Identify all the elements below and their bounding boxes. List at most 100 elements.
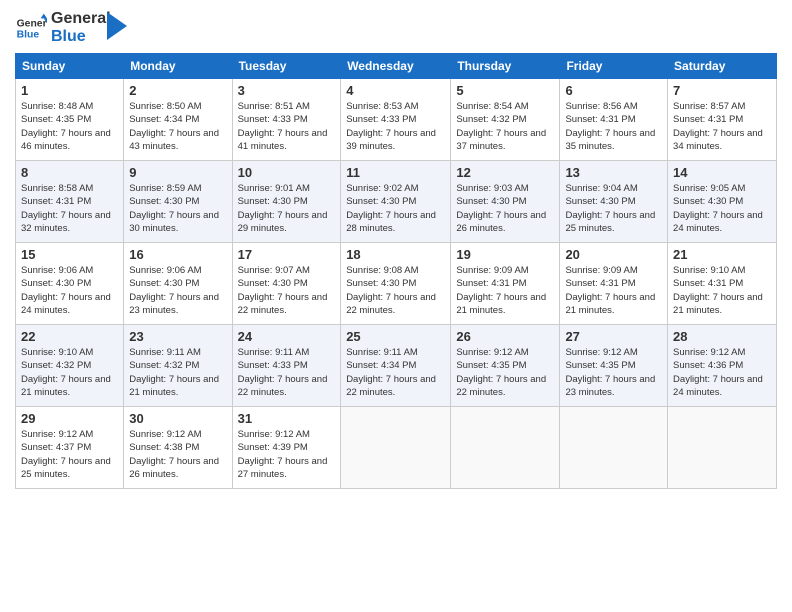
day-number: 15 bbox=[21, 247, 118, 262]
calendar-day: 26 Sunrise: 9:12 AMSunset: 4:35 PMDayligh… bbox=[451, 325, 560, 407]
weekday-header-sunday: Sunday bbox=[16, 54, 124, 79]
day-number: 1 bbox=[21, 83, 118, 98]
calendar-table: SundayMondayTuesdayWednesdayThursdayFrid… bbox=[15, 53, 777, 489]
day-info: Sunrise: 9:04 AMSunset: 4:30 PMDaylight:… bbox=[565, 182, 662, 235]
calendar-day: 28 Sunrise: 9:12 AMSunset: 4:36 PMDayligh… bbox=[668, 325, 777, 407]
calendar-body: 1 Sunrise: 8:48 AMSunset: 4:35 PMDaylight… bbox=[16, 79, 777, 489]
day-info: Sunrise: 8:48 AMSunset: 4:35 PMDaylight:… bbox=[21, 100, 118, 153]
day-info: Sunrise: 9:07 AMSunset: 4:30 PMDaylight:… bbox=[238, 264, 336, 317]
day-info: Sunrise: 9:10 AMSunset: 4:31 PMDaylight:… bbox=[673, 264, 771, 317]
calendar-day: 8 Sunrise: 8:58 AMSunset: 4:31 PMDaylight… bbox=[16, 161, 124, 243]
calendar-day: 11 Sunrise: 9:02 AMSunset: 4:30 PMDayligh… bbox=[341, 161, 451, 243]
day-info: Sunrise: 9:11 AMSunset: 4:33 PMDaylight:… bbox=[238, 346, 336, 399]
day-info: Sunrise: 9:11 AMSunset: 4:34 PMDaylight:… bbox=[346, 346, 445, 399]
calendar-day: 24 Sunrise: 9:11 AMSunset: 4:33 PMDayligh… bbox=[232, 325, 341, 407]
day-number: 20 bbox=[565, 247, 662, 262]
day-info: Sunrise: 9:09 AMSunset: 4:31 PMDaylight:… bbox=[456, 264, 554, 317]
day-number: 24 bbox=[238, 329, 336, 344]
day-number: 4 bbox=[346, 83, 445, 98]
svg-text:General: General bbox=[17, 18, 47, 29]
day-number: 23 bbox=[129, 329, 226, 344]
day-info: Sunrise: 9:12 AMSunset: 4:37 PMDaylight:… bbox=[21, 428, 118, 481]
day-number: 31 bbox=[238, 411, 336, 426]
day-info: Sunrise: 9:02 AMSunset: 4:30 PMDaylight:… bbox=[346, 182, 445, 235]
day-number: 10 bbox=[238, 165, 336, 180]
logo-blue: Blue bbox=[51, 28, 111, 46]
day-info: Sunrise: 8:58 AMSunset: 4:31 PMDaylight:… bbox=[21, 182, 118, 235]
calendar-day: 31 Sunrise: 9:12 AMSunset: 4:39 PMDayligh… bbox=[232, 407, 341, 489]
calendar-day bbox=[560, 407, 668, 489]
page-container: General Blue General Blue SundayMondayTu… bbox=[0, 0, 792, 499]
logo-general: General bbox=[51, 10, 111, 28]
calendar-day: 17Sunrise: 9:07 AMSunset: 4:30 PMDayligh… bbox=[232, 243, 341, 325]
calendar-day: 13 Sunrise: 9:04 AMSunset: 4:30 PMDayligh… bbox=[560, 161, 668, 243]
day-info: Sunrise: 8:56 AMSunset: 4:31 PMDaylight:… bbox=[565, 100, 662, 153]
svg-text:Blue: Blue bbox=[17, 29, 40, 40]
day-info: Sunrise: 9:12 AMSunset: 4:36 PMDaylight:… bbox=[673, 346, 771, 399]
day-number: 25 bbox=[346, 329, 445, 344]
day-info: Sunrise: 9:12 AMSunset: 4:35 PMDaylight:… bbox=[565, 346, 662, 399]
day-info: Sunrise: 9:06 AMSunset: 4:30 PMDaylight:… bbox=[129, 264, 226, 317]
weekday-header-monday: Monday bbox=[124, 54, 232, 79]
calendar-day: 12 Sunrise: 9:03 AMSunset: 4:30 PMDayligh… bbox=[451, 161, 560, 243]
calendar-day: 6 Sunrise: 8:56 AMSunset: 4:31 PMDaylight… bbox=[560, 79, 668, 161]
day-number: 22 bbox=[21, 329, 118, 344]
logo: General Blue General Blue bbox=[15, 10, 127, 45]
day-info: Sunrise: 8:57 AMSunset: 4:31 PMDaylight:… bbox=[673, 100, 771, 153]
day-number: 19 bbox=[456, 247, 554, 262]
day-info: Sunrise: 9:12 AMSunset: 4:39 PMDaylight:… bbox=[238, 428, 336, 481]
day-number: 6 bbox=[565, 83, 662, 98]
day-number: 26 bbox=[456, 329, 554, 344]
logo-icon: General Blue bbox=[15, 12, 47, 44]
page-header: General Blue General Blue bbox=[15, 10, 777, 45]
day-number: 12 bbox=[456, 165, 554, 180]
day-number: 30 bbox=[129, 411, 226, 426]
calendar-day bbox=[668, 407, 777, 489]
day-number: 21 bbox=[673, 247, 771, 262]
day-number: 3 bbox=[238, 83, 336, 98]
day-info: Sunrise: 8:53 AMSunset: 4:33 PMDaylight:… bbox=[346, 100, 445, 153]
calendar-week-1: 1 Sunrise: 8:48 AMSunset: 4:35 PMDaylight… bbox=[16, 79, 777, 161]
calendar-day: 21 Sunrise: 9:10 AMSunset: 4:31 PMDayligh… bbox=[668, 243, 777, 325]
calendar-day: 25 Sunrise: 9:11 AMSunset: 4:34 PMDayligh… bbox=[341, 325, 451, 407]
calendar-day bbox=[451, 407, 560, 489]
calendar-day: 30 Sunrise: 9:12 AMSunset: 4:38 PMDayligh… bbox=[124, 407, 232, 489]
weekday-header-friday: Friday bbox=[560, 54, 668, 79]
day-number: 5 bbox=[456, 83, 554, 98]
day-info: Sunrise: 9:12 AMSunset: 4:35 PMDaylight:… bbox=[456, 346, 554, 399]
calendar-header-row: SundayMondayTuesdayWednesdayThursdayFrid… bbox=[16, 54, 777, 79]
calendar-day: 18 Sunrise: 9:08 AMSunset: 4:30 PMDayligh… bbox=[341, 243, 451, 325]
day-number: 27 bbox=[565, 329, 662, 344]
day-info: Sunrise: 9:05 AMSunset: 4:30 PMDaylight:… bbox=[673, 182, 771, 235]
day-number: 2 bbox=[129, 83, 226, 98]
calendar-day: 27 Sunrise: 9:12 AMSunset: 4:35 PMDayligh… bbox=[560, 325, 668, 407]
calendar-week-2: 8 Sunrise: 8:58 AMSunset: 4:31 PMDaylight… bbox=[16, 161, 777, 243]
day-number: 14 bbox=[673, 165, 771, 180]
calendar-week-4: 22 Sunrise: 9:10 AMSunset: 4:32 PMDayligh… bbox=[16, 325, 777, 407]
logo-arrow-icon bbox=[107, 12, 127, 40]
day-info: Sunrise: 8:50 AMSunset: 4:34 PMDaylight:… bbox=[129, 100, 226, 153]
calendar-day: 14 Sunrise: 9:05 AMSunset: 4:30 PMDayligh… bbox=[668, 161, 777, 243]
calendar-day: 4 Sunrise: 8:53 AMSunset: 4:33 PMDaylight… bbox=[341, 79, 451, 161]
calendar-day: 23Sunrise: 9:11 AMSunset: 4:32 PMDayligh… bbox=[124, 325, 232, 407]
day-info: Sunrise: 9:03 AMSunset: 4:30 PMDaylight:… bbox=[456, 182, 554, 235]
day-number: 8 bbox=[21, 165, 118, 180]
weekday-header-saturday: Saturday bbox=[668, 54, 777, 79]
day-info: Sunrise: 9:10 AMSunset: 4:32 PMDaylight:… bbox=[21, 346, 118, 399]
day-info: Sunrise: 9:08 AMSunset: 4:30 PMDaylight:… bbox=[346, 264, 445, 317]
weekday-header-thursday: Thursday bbox=[451, 54, 560, 79]
day-number: 13 bbox=[565, 165, 662, 180]
day-info: Sunrise: 9:12 AMSunset: 4:38 PMDaylight:… bbox=[129, 428, 226, 481]
day-info: Sunrise: 9:06 AMSunset: 4:30 PMDaylight:… bbox=[21, 264, 118, 317]
day-number: 18 bbox=[346, 247, 445, 262]
day-info: Sunrise: 8:54 AMSunset: 4:32 PMDaylight:… bbox=[456, 100, 554, 153]
calendar-day: 15 Sunrise: 9:06 AMSunset: 4:30 PMDayligh… bbox=[16, 243, 124, 325]
calendar-day: 22 Sunrise: 9:10 AMSunset: 4:32 PMDayligh… bbox=[16, 325, 124, 407]
day-info: Sunrise: 8:59 AMSunset: 4:30 PMDaylight:… bbox=[129, 182, 226, 235]
day-number: 9 bbox=[129, 165, 226, 180]
day-number: 7 bbox=[673, 83, 771, 98]
day-number: 11 bbox=[346, 165, 445, 180]
calendar-day: 5 Sunrise: 8:54 AMSunset: 4:32 PMDaylight… bbox=[451, 79, 560, 161]
calendar-day: 7 Sunrise: 8:57 AMSunset: 4:31 PMDaylight… bbox=[668, 79, 777, 161]
day-number: 28 bbox=[673, 329, 771, 344]
